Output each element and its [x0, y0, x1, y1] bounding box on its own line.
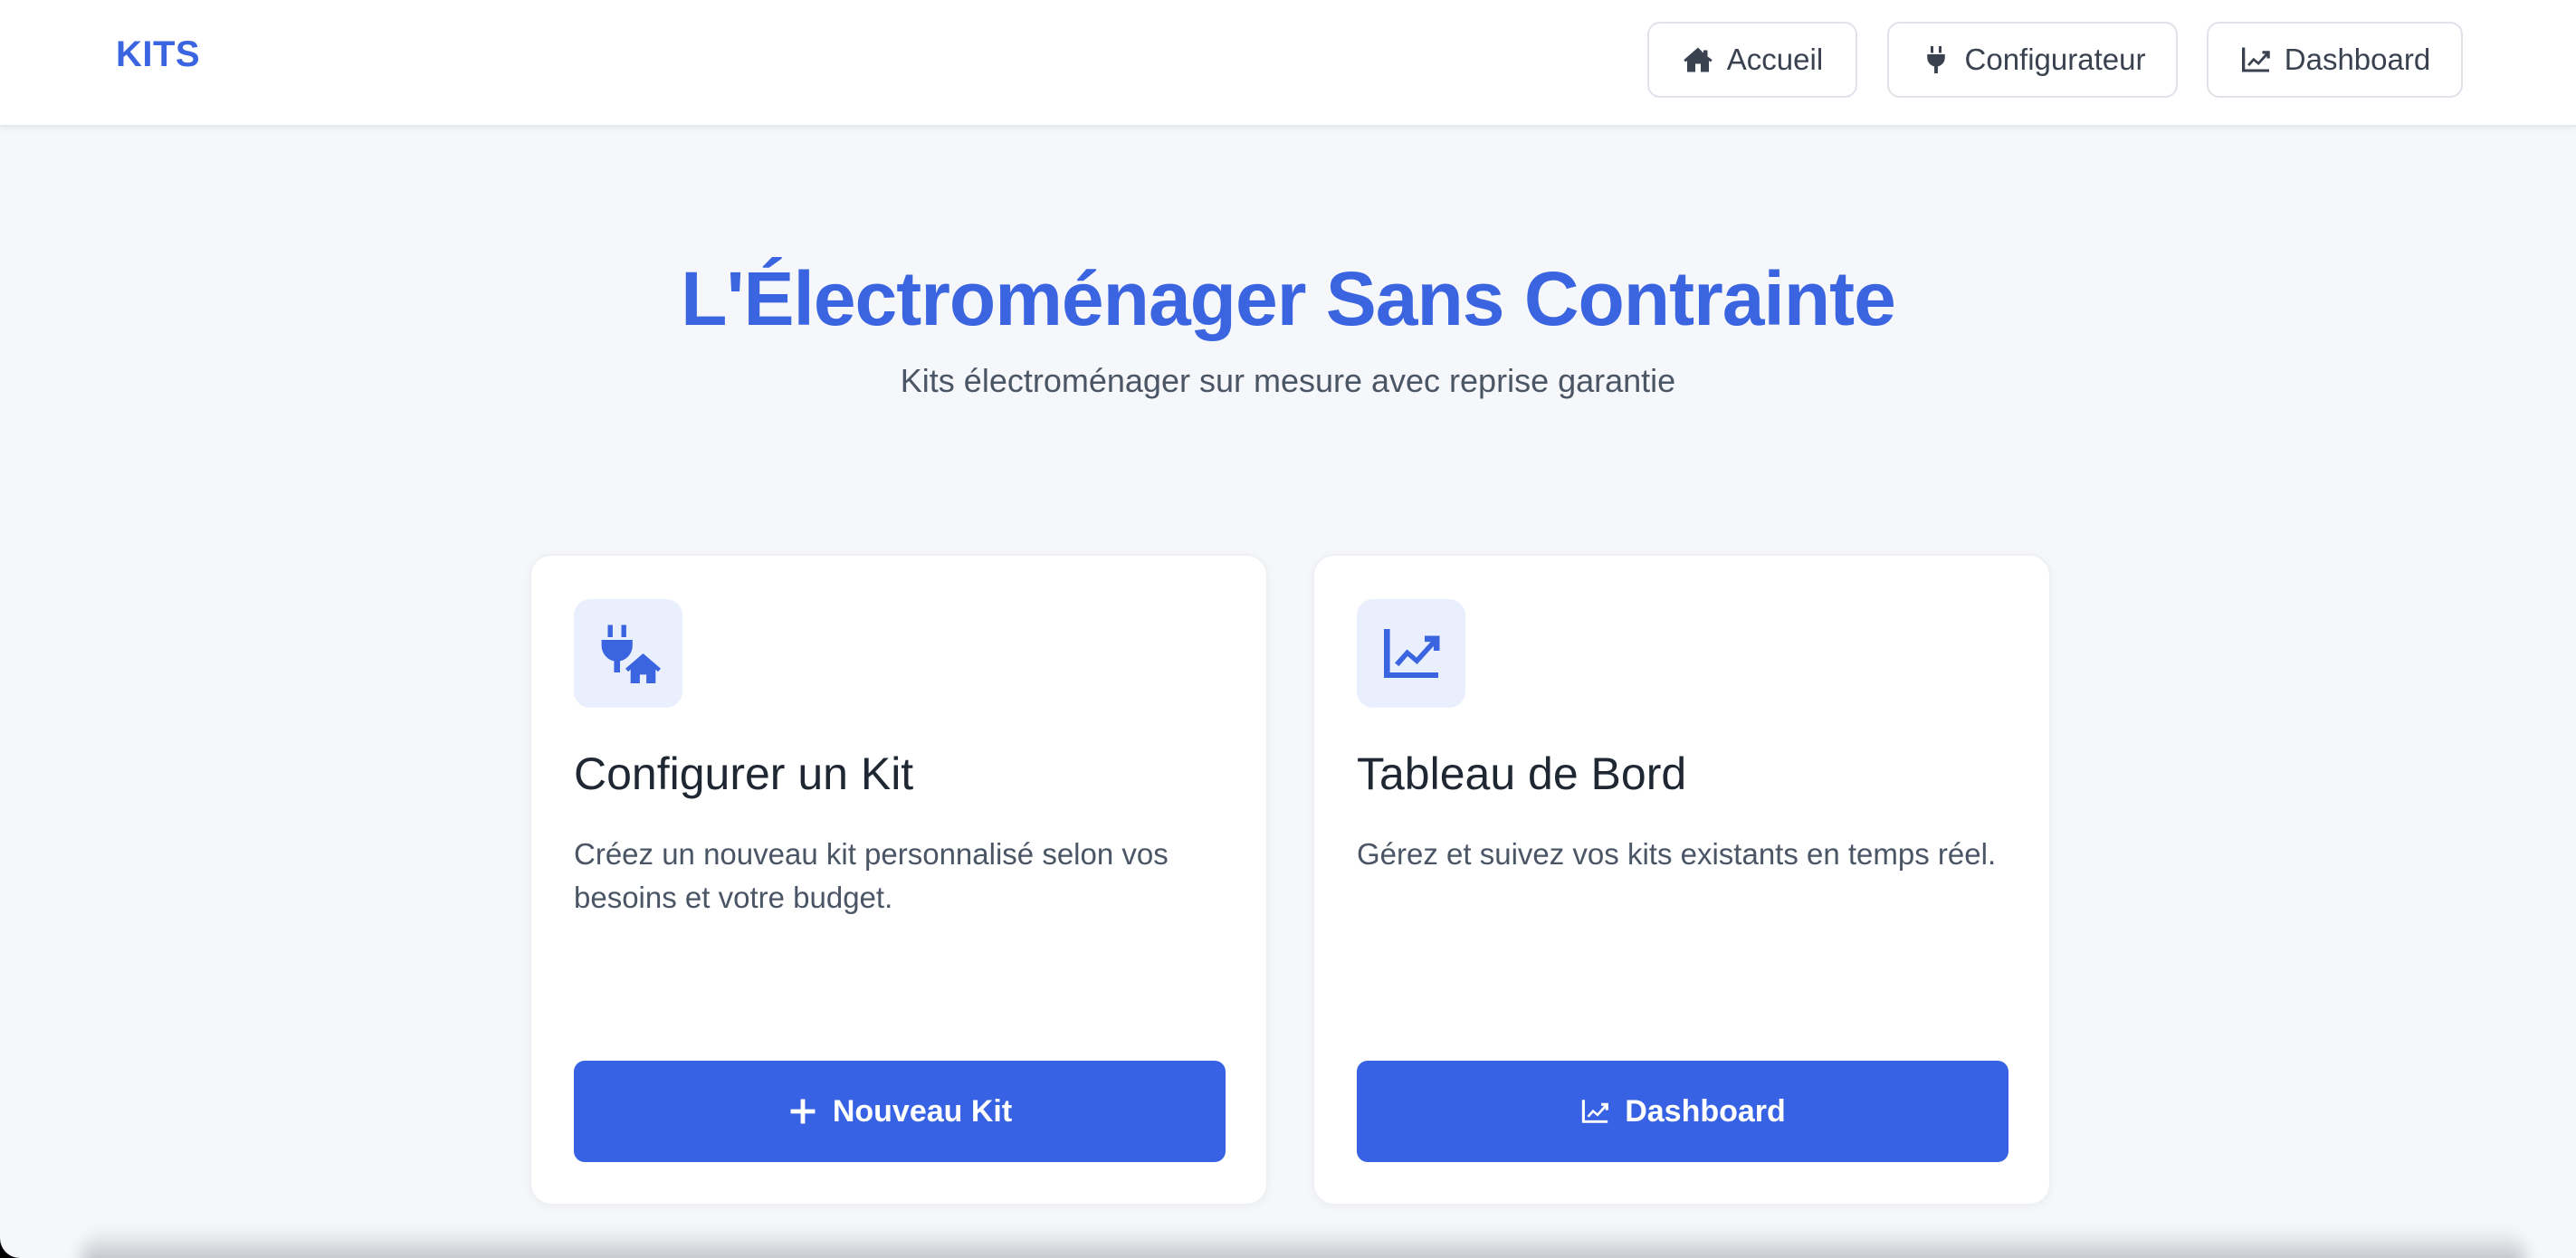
card-configure-kit: Configurer un Kit Créez un nouveau kit p…: [530, 554, 1268, 1206]
app-screen: KITS Accueil Configurateur Dashboard L'É…: [0, 0, 2576, 1258]
new-kit-button[interactable]: Nouveau Kit: [574, 1061, 1226, 1162]
top-navbar: KITS Accueil Configurateur Dashboard: [0, 0, 2576, 127]
chart-line-icon: [2241, 47, 2270, 72]
nav-button-dashboard[interactable]: Dashboard: [2207, 22, 2463, 98]
nav-label-accueil: Accueil: [1726, 43, 1824, 76]
card-title: Configurer un Kit: [574, 748, 914, 799]
hero-subtitle: Kits électroménager sur mesure avec repr…: [900, 362, 1676, 399]
hero-title: L'Électroménager Sans Contrainte: [681, 256, 1896, 341]
chart-line-icon: [1582, 1100, 1609, 1123]
dashboard-button[interactable]: Dashboard: [1357, 1061, 2008, 1162]
card-title: Tableau de Bord: [1357, 748, 1687, 799]
plug-home-icon: [601, 624, 661, 683]
card-icon-box: [1357, 599, 1465, 708]
card-description: Créez un nouveau kit personnalisé selon …: [574, 837, 1169, 914]
plug-icon: [1926, 46, 1945, 73]
window-bottom-shadow: [81, 1229, 2525, 1258]
card-icon-box: [574, 599, 682, 708]
plus-icon: [790, 1099, 816, 1124]
card-description: Gérez et suivez vos kits existants en te…: [1357, 837, 1997, 871]
dashboard-button-label: Dashboard: [1625, 1093, 1786, 1129]
brand-logo[interactable]: KITS: [116, 34, 200, 75]
chart-line-icon: [1384, 629, 1440, 678]
card-dashboard: Tableau de Bord Gérez et suivez vos kits…: [1312, 554, 2051, 1206]
nav-button-accueil[interactable]: Accueil: [1647, 22, 1857, 98]
new-kit-button-label: Nouveau Kit: [832, 1093, 1013, 1129]
nav-label-configurateur: Configurateur: [1964, 43, 2146, 76]
nav-button-configurateur[interactable]: Configurateur: [1887, 22, 2178, 98]
nav-label-dashboard: Dashboard: [2284, 43, 2431, 76]
home-icon: [1684, 47, 1713, 72]
